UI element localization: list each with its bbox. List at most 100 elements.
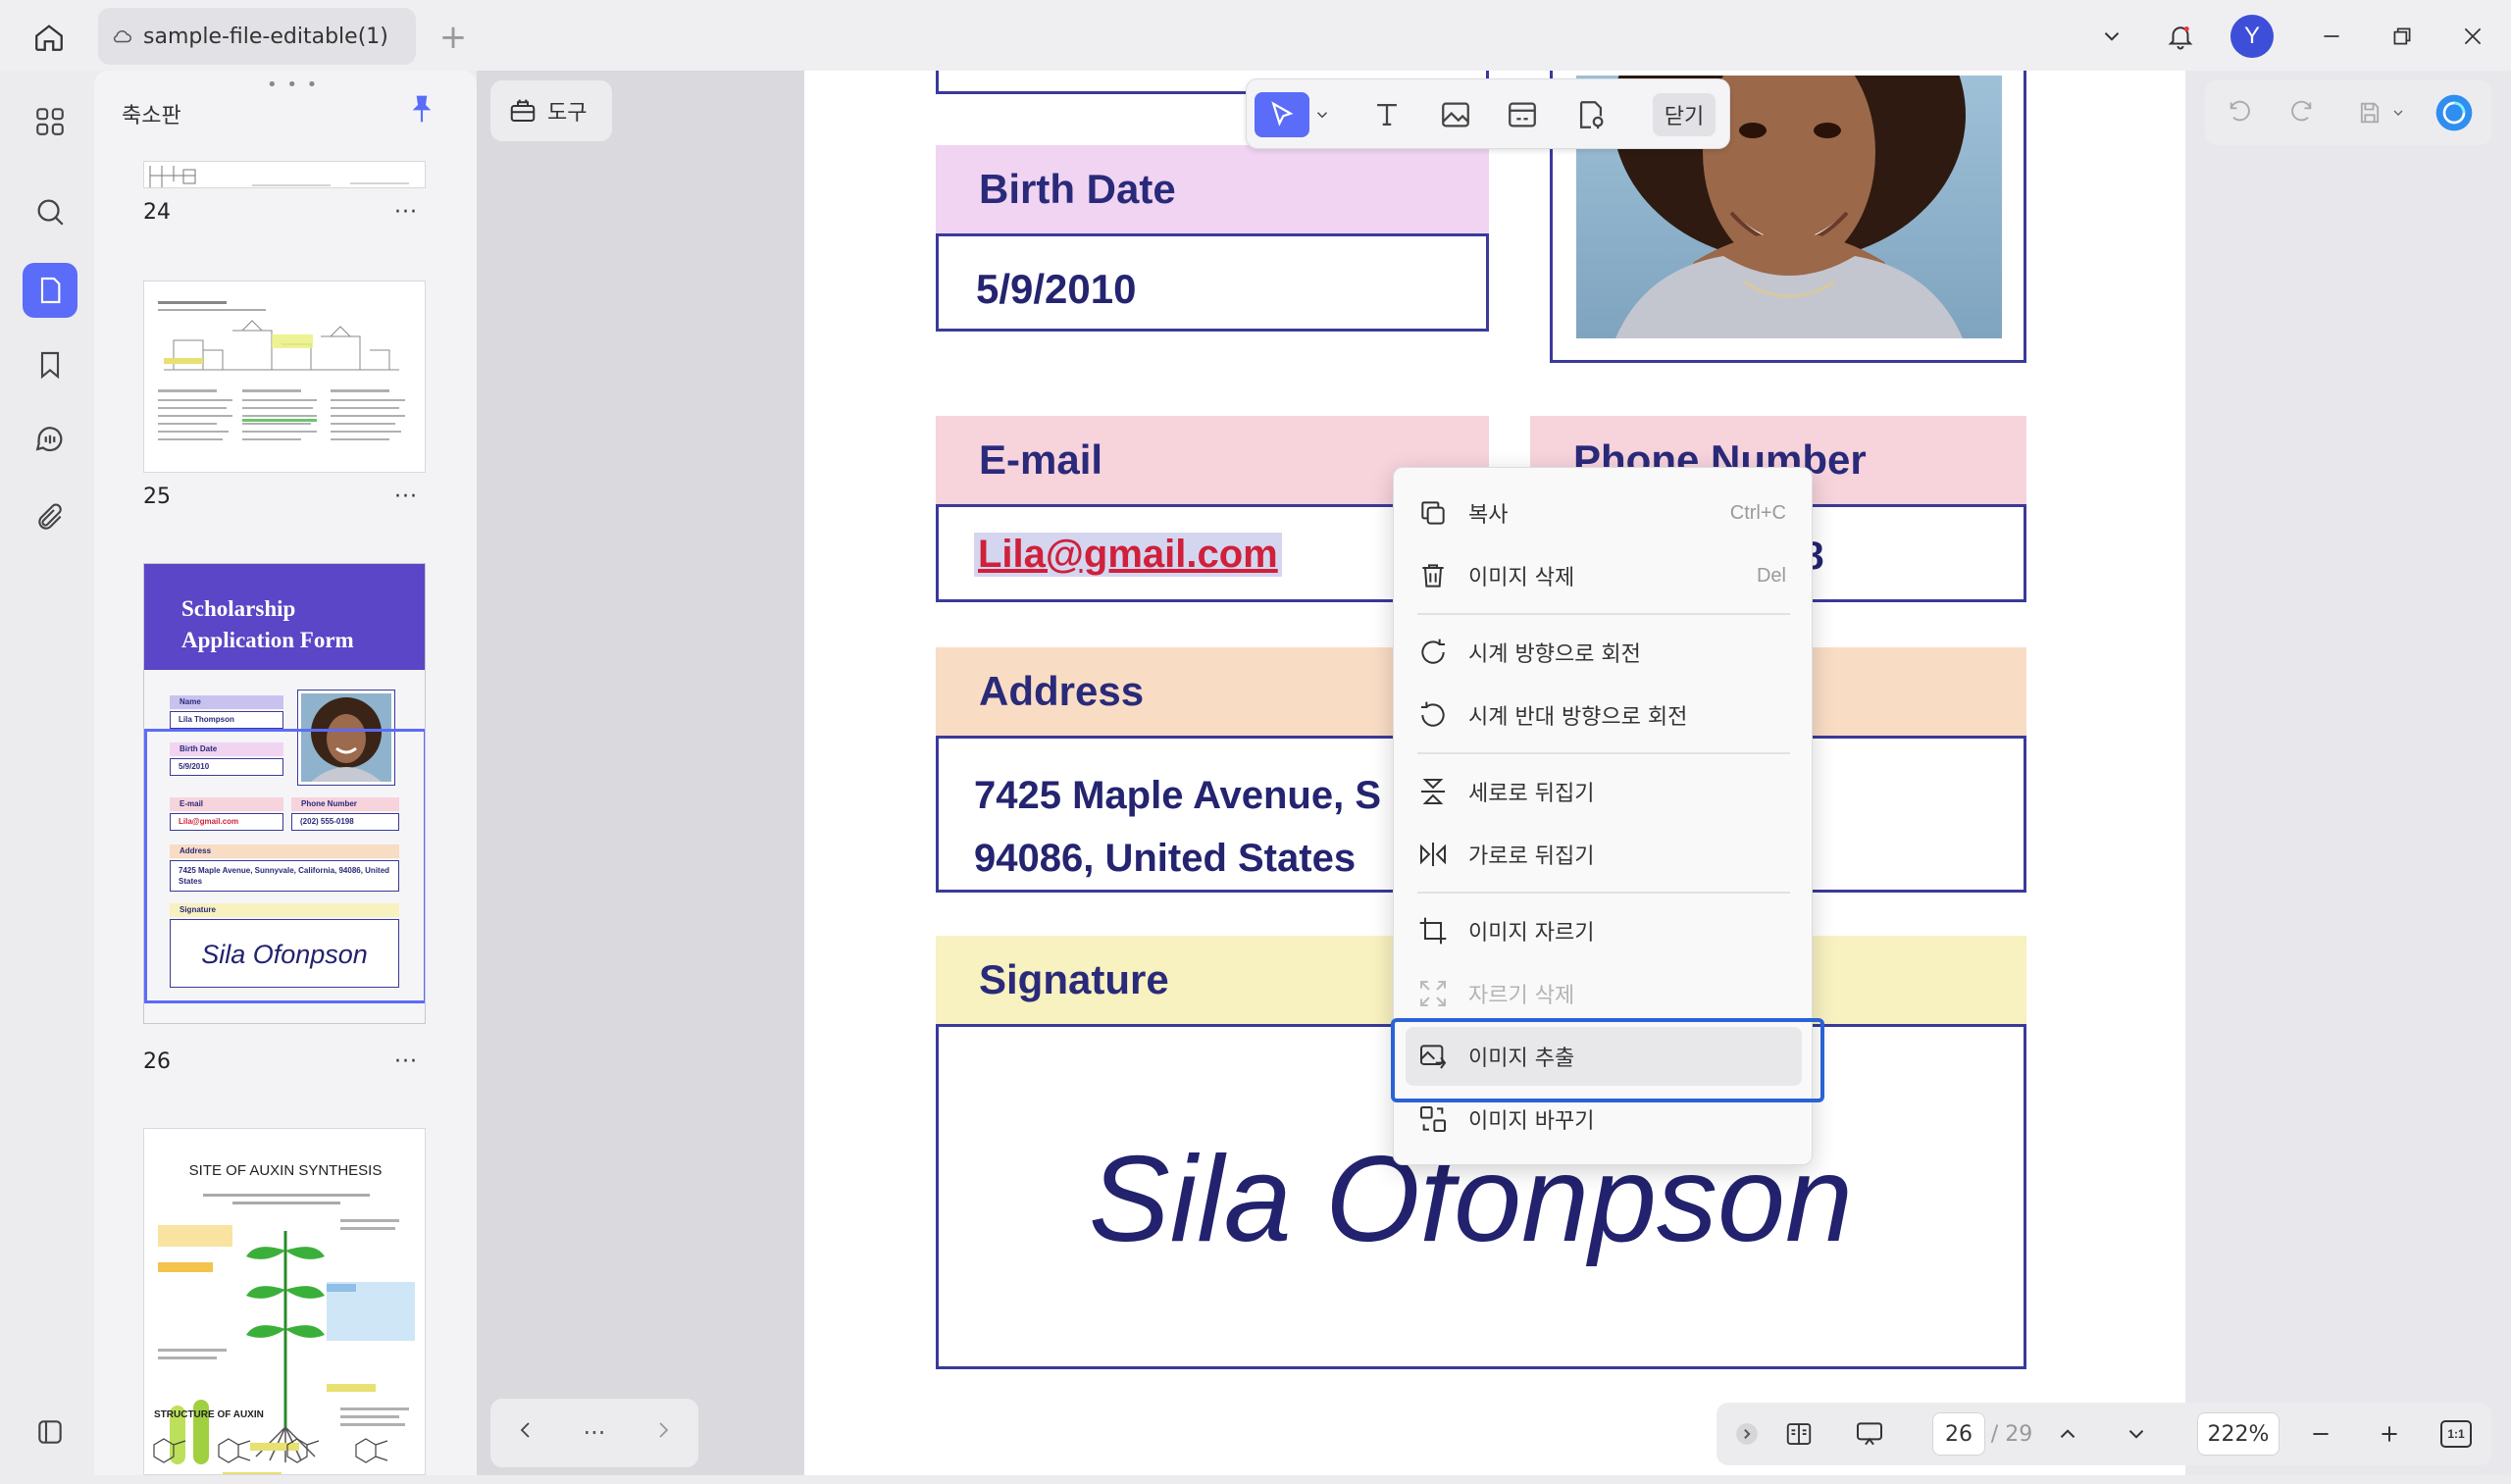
document-tab[interactable]: sample-file-editable(1) [98,8,416,65]
notifications-button[interactable] [2158,14,2203,59]
menu-item-flip-horizontal-label: 가로로 뒤집기 [1468,844,1595,869]
thumb26-header: Scholarship Application Form [144,564,425,670]
menu-item-rotate-clockwise[interactable]: 시계 방향으로 회전 [1406,623,1802,682]
remove-crop-icon [1420,981,1446,1006]
thumb26-viewport-indicator [144,729,425,1003]
page-number-26: 26 [143,1049,171,1074]
crop-icon [1419,917,1447,945]
address-value: 7425 Maple Avenue, S 94086, United State… [974,764,1381,890]
select-tool-dropdown[interactable] [1309,92,1335,137]
rail-pages[interactable] [23,263,77,318]
add-text-button[interactable] [1364,92,1409,137]
trash-icon [1422,564,1444,588]
thumbnail-page-26[interactable]: Scholarship Application Form Name Lila T… [143,563,426,1024]
presentation-button[interactable] [1848,1412,1891,1456]
page-layout-button[interactable] [1777,1412,1820,1456]
menu-item-flip-vertical[interactable]: 세로로 뒤집기 [1406,762,1802,821]
prev-page-button[interactable] [514,1418,538,1448]
rail-search[interactable] [23,184,77,239]
zoom-level-input[interactable]: 222% [2197,1412,2280,1456]
thumbnail-page-25[interactable] [143,281,426,473]
avatar-letter: Y [2230,15,2274,58]
menu-item-delete-image-shortcut: Del [1756,564,1786,587]
thumbnail-page-27[interactable]: SITE OF AUXIN SYNTHESIS STRUCTURE OF AUX… [143,1128,426,1475]
next-page-button-bottom[interactable] [2115,1412,2158,1456]
home-button[interactable] [29,18,69,57]
minimize-button[interactable] [2309,14,2354,59]
save-icon [2360,102,2380,124]
undo-button[interactable] [2219,91,2262,134]
rail-thumbnails-grid[interactable] [23,94,77,149]
close-edit-toolbar-button[interactable]: 닫기 [1653,93,1716,136]
page-more-button[interactable]: ··· [584,1419,606,1447]
add-image-button[interactable] [1433,92,1478,137]
rail-bookmarks[interactable] [23,337,77,392]
redo-icon [2291,100,2312,122]
chevron-left-icon [520,1422,530,1438]
menu-item-delete-image-label: 이미지 삭제 [1468,566,1575,590]
close-icon [2464,27,2482,45]
menu-item-flip-horizontal[interactable]: 가로로 뒤집기 [1406,825,1802,884]
page-24-more-button[interactable]: ··· [394,200,418,225]
chevron-down-icon [2104,32,2120,41]
thumbnail-panel-title: 축소판 [122,104,181,128]
menu-item-rotate-counterclockwise[interactable]: 시계 반대 방향으로 회전 [1406,686,1802,744]
zoom-in-button[interactable] [2368,1412,2411,1456]
collapse-statusbar-button[interactable] [1732,1412,1762,1456]
rail-attachments[interactable] [23,490,77,545]
pin-panel-button[interactable] [406,92,439,128]
actual-size-button[interactable]: 1:1 [2436,1412,2476,1456]
menu-item-copy[interactable]: 복사 Ctrl+C [1406,484,1802,542]
page-26-more-button[interactable]: ··· [394,1049,418,1074]
page-number-25: 25 [143,485,171,509]
tools-button[interactable]: 도구 [490,80,612,141]
home-icon [35,25,63,51]
select-tool-button[interactable] [1255,92,1309,137]
save-options-dropdown[interactable] [2385,91,2411,134]
thumb27-title: SITE OF AUXIN SYNTHESIS [188,1162,383,1179]
page-25-more-button[interactable]: ··· [394,485,418,509]
minimize-icon [2324,35,2339,37]
flip-horizontal-icon [1420,843,1446,866]
right-gutter [2185,71,2511,1475]
page-navigator: ··· [490,1399,698,1467]
new-tab-button[interactable]: + [434,18,473,57]
menu-item-delete-image[interactable]: 이미지 삭제 Del [1406,546,1802,605]
replace-image-icon [1420,1106,1446,1132]
previous-page-button[interactable] [2046,1412,2089,1456]
menu-item-crop-image[interactable]: 이미지 자르기 [1406,901,1802,960]
current-page-input[interactable]: 26 [1932,1412,1985,1456]
extract-image-highlight [1391,1018,1824,1102]
user-avatar[interactable]: Y [2229,14,2276,59]
thumb27-molecules [153,1438,388,1463]
paperclip-icon [38,503,62,530]
thumb26-name-label: Name [170,695,283,709]
thumb27-footer: STRUCTURE OF AUXIN [154,1409,264,1420]
tab-list-button[interactable] [2089,14,2134,59]
ai-assistant-button[interactable] [2433,91,2476,134]
tool-column: 도구 ··· [477,71,804,1475]
zoom-out-button[interactable] [2299,1412,2342,1456]
total-pages: / 29 [1990,1421,2033,1447]
restore-button[interactable] [2380,14,2425,59]
redo-button[interactable] [2280,91,2323,134]
rail-bottom-panel[interactable] [23,1405,77,1459]
chevron-down-icon [2393,110,2403,116]
panel-drag-handle[interactable]: • • • [267,75,319,95]
add-watermark-button[interactable] [1568,92,1614,137]
close-window-button[interactable] [2450,14,2495,59]
presentation-icon [1857,1422,1882,1446]
thumb26-title: Scholarship Application Form [181,596,354,652]
bell-icon [2168,26,2193,50]
next-page-button[interactable] [651,1418,675,1448]
email-value[interactable]: Lila@gmail.com [974,533,1282,577]
menu-item-flip-vertical-label: 세로로 뒤집기 [1468,782,1595,806]
chevron-up-icon [2060,1429,2075,1438]
search-icon [37,199,64,226]
thumbnail-page-24[interactable] [143,161,426,188]
menu-item-copy-label: 복사 [1468,503,1509,528]
add-link-button[interactable] [1500,92,1545,137]
chevron-right-icon [659,1422,669,1438]
left-rail [10,71,94,1475]
rail-comments[interactable] [23,412,77,467]
